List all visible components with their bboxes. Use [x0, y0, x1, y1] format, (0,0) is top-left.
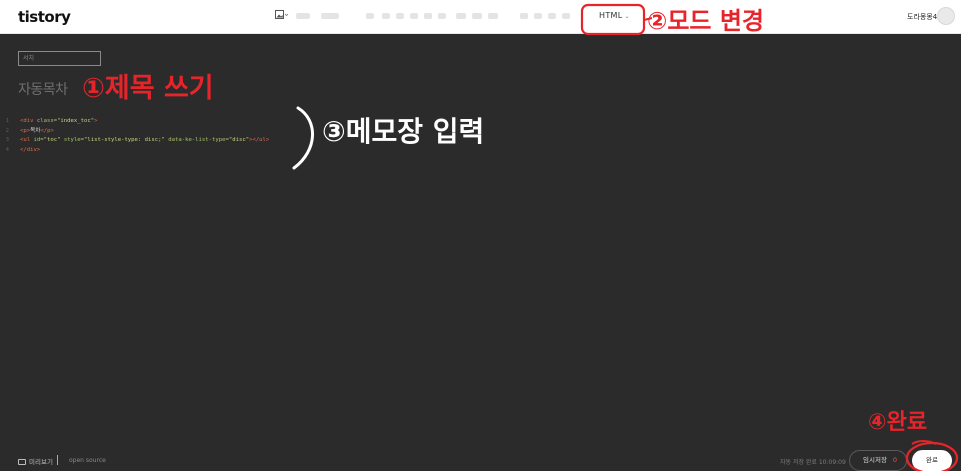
preview-label: 미리보기 — [29, 458, 53, 466]
editor-mode-dropdown[interactable]: HTML ⌄ — [599, 11, 630, 20]
autosave-status: 자동 저장 완료 10:09:09 — [780, 459, 846, 466]
code-token: <ul — [20, 137, 34, 144]
code-token: "index_toc" — [57, 118, 95, 124]
link-icon[interactable] — [520, 13, 528, 19]
code-text: <div class="index_toc"> — [20, 117, 97, 127]
divider-icon[interactable] — [488, 13, 498, 19]
code-text: <ul id="toc" style="list-style-type: dis… — [20, 136, 269, 146]
save-draft-label: 임시저장 — [863, 456, 887, 464]
code-token: </p> — [40, 127, 54, 134]
annotation-step3: ③메모장 입력 — [322, 115, 485, 148]
code-text: </div> — [20, 146, 40, 156]
highlight-icon[interactable] — [438, 13, 446, 19]
code-token: id= — [33, 137, 44, 144]
code-token: ></ul> — [249, 137, 270, 144]
line-number: 4 — [5, 146, 9, 153]
code-token: > — [94, 118, 98, 124]
draft-count: 0 — [892, 456, 898, 464]
code-token: </div> — [20, 146, 41, 153]
code-token: <div — [20, 118, 37, 124]
code-token: "disc" — [228, 137, 250, 144]
code-token: "toc" — [43, 137, 64, 144]
toolbar-item-format[interactable] — [296, 13, 310, 19]
annotation-step2: ②모드 변경 — [647, 7, 764, 35]
image-icon[interactable] — [275, 10, 289, 22]
underline-icon[interactable] — [396, 13, 404, 19]
publish-button[interactable]: 완료 — [912, 450, 952, 471]
line-number: 2 — [5, 127, 9, 134]
editor-mode-label: HTML — [599, 11, 623, 20]
quote-icon[interactable] — [472, 13, 482, 19]
text-color-icon[interactable] — [424, 13, 432, 19]
code-token: class= — [36, 118, 58, 124]
code-line[interactable]: 3 <ul id="toc" style="list-style-type: di… — [0, 136, 300, 146]
code-token: <p> — [20, 127, 31, 134]
code-token: data-ke-list-type= — [168, 137, 229, 144]
code-text: <p>목차</p> — [20, 127, 54, 137]
editor-toolbar: tistory HTML ⌄ 도라몽몽4 — [0, 0, 961, 34]
line-number: 1 — [5, 118, 9, 124]
code-token: style= — [63, 137, 85, 144]
post-title-input[interactable]: 자동목차 — [18, 79, 68, 99]
tistory-logo[interactable]: tistory — [18, 8, 71, 26]
chevron-down-icon: ⌄ — [624, 13, 630, 20]
strikethrough-icon[interactable] — [410, 13, 418, 19]
line-number: 3 — [5, 137, 9, 144]
html-code-editor[interactable]: 1 <div class="index_toc"> 2 <p>목차</p> 3 <ul i… — [0, 117, 300, 155]
annotation-step4: ④완료 — [868, 410, 928, 435]
align-icon[interactable] — [456, 13, 466, 19]
toolbar-item-font[interactable] — [321, 13, 339, 19]
preview-button[interactable]: 미리보기 — [18, 456, 53, 466]
code-token: 목차 — [30, 127, 41, 134]
code-line[interactable]: 4 </div> — [0, 146, 300, 156]
table-icon[interactable] — [548, 13, 556, 19]
user-name[interactable]: 도라몽몽4 — [907, 12, 937, 22]
search-input[interactable]: 서치 — [18, 51, 101, 66]
open-source-link[interactable]: open source — [69, 457, 106, 464]
code-line[interactable]: 2 <p>목차</p> — [0, 127, 300, 137]
annotation-arc-publish — [911, 440, 937, 445]
italic-icon[interactable] — [382, 13, 390, 19]
code-token: "list-style-type: disc;" — [84, 137, 169, 144]
bold-icon[interactable] — [366, 13, 374, 19]
more-icon[interactable] — [562, 13, 570, 19]
code-line[interactable]: 1 <div class="index_toc"> — [0, 117, 300, 127]
monitor-icon — [18, 459, 26, 465]
avatar[interactable] — [937, 7, 955, 25]
annotation-step1: ①제목 쓰기 — [82, 73, 214, 104]
save-draft-button[interactable]: 임시저장 0 — [849, 450, 907, 471]
list-icon[interactable] — [534, 13, 542, 19]
footer-divider — [57, 455, 58, 465]
